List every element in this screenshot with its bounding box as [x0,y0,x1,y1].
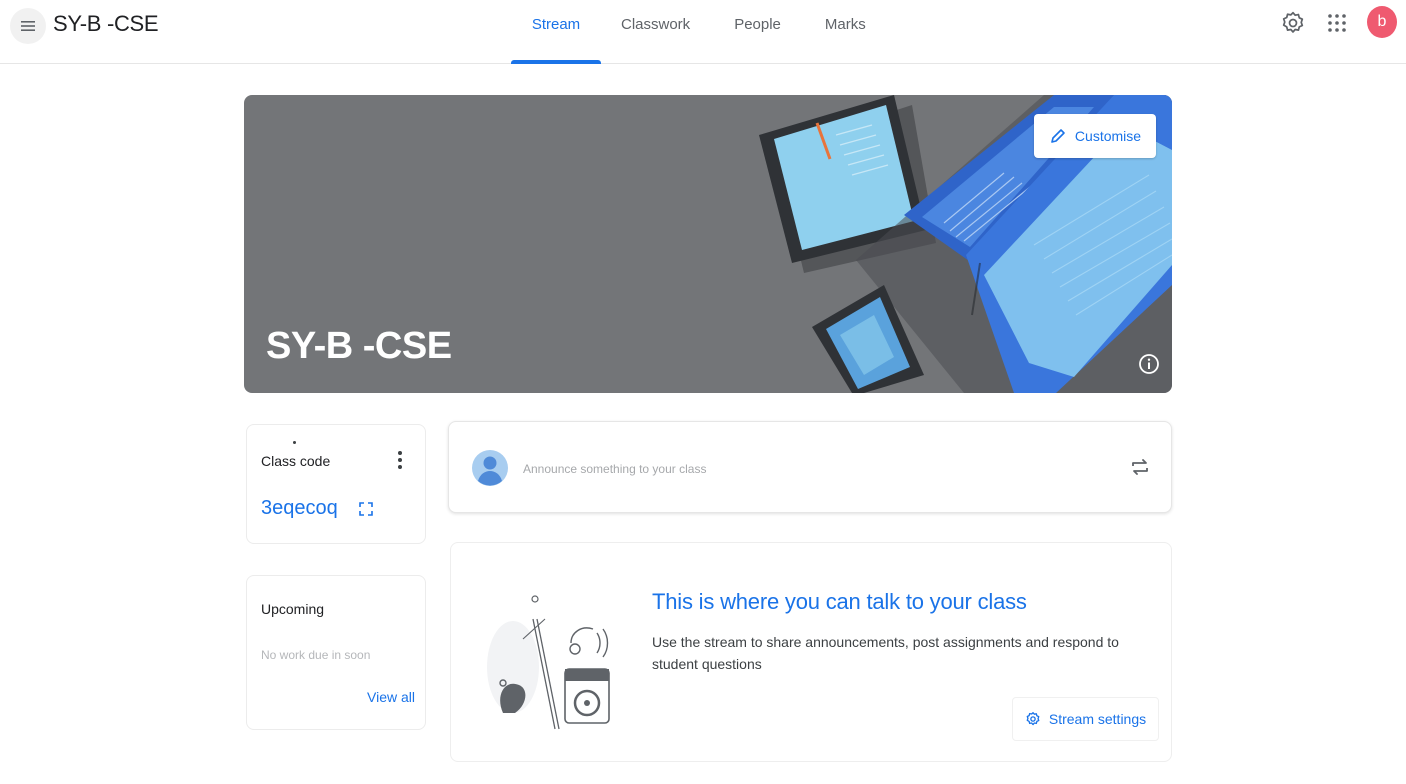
class-code-card: Class code 3eqecoq [246,424,426,544]
user-avatar-icon [472,450,508,486]
class-code-label: Class code [261,453,331,469]
info-icon[interactable] [1138,353,1160,375]
hamburger-menu-icon [21,21,35,31]
stream-settings-button[interactable]: Stream settings [1012,697,1159,741]
stream-empty-card: This is where you can talk to your class… [450,542,1172,762]
customise-label: Customise [1074,128,1142,144]
apps-grid-icon[interactable] [1326,12,1348,34]
upcoming-empty-text: No work due in soon [261,648,371,662]
banner-class-title: SY-B -CSE [266,325,452,367]
tab-stream[interactable]: Stream [511,0,601,64]
upcoming-card: Upcoming No work due in soon View all [246,575,426,730]
class-banner: SY-B -CSE Customise [244,95,1172,393]
tab-marks[interactable]: Marks [825,0,866,64]
fullscreen-icon[interactable] [359,502,373,516]
decorative-dot [293,441,296,444]
pencil-icon [1051,129,1065,143]
stream-illustration [487,595,610,730]
tab-people[interactable]: People [734,0,781,64]
stream-empty-description: Use the stream to share announcements, p… [652,634,1119,672]
main-menu-button[interactable] [10,8,46,44]
class-code-value: 3eqecoq [261,497,338,519]
tab-classwork[interactable]: Classwork [621,0,690,64]
more-vert-icon[interactable] [395,448,405,472]
top-app-bar: SY-B -CSE Stream Classwork People Marks … [0,0,1406,64]
account-avatar[interactable]: b [1367,6,1397,38]
gear-icon[interactable] [1280,10,1306,36]
repost-icon[interactable] [1129,454,1151,480]
stream-settings-label: Stream settings [1048,711,1147,727]
customise-button[interactable]: Customise [1034,114,1156,158]
class-tabs: Stream Classwork People Marks [511,0,866,64]
gear-icon [1026,712,1040,726]
upcoming-label: Upcoming [261,601,325,617]
announce-input[interactable]: Announce something to your class [523,462,706,476]
view-all-link[interactable]: View all [367,689,415,705]
announce-card[interactable]: Announce something to your class [448,421,1172,513]
class-title[interactable]: SY-B -CSE [53,11,159,37]
stream-empty-heading: This is where you can talk to your class [652,589,1027,614]
